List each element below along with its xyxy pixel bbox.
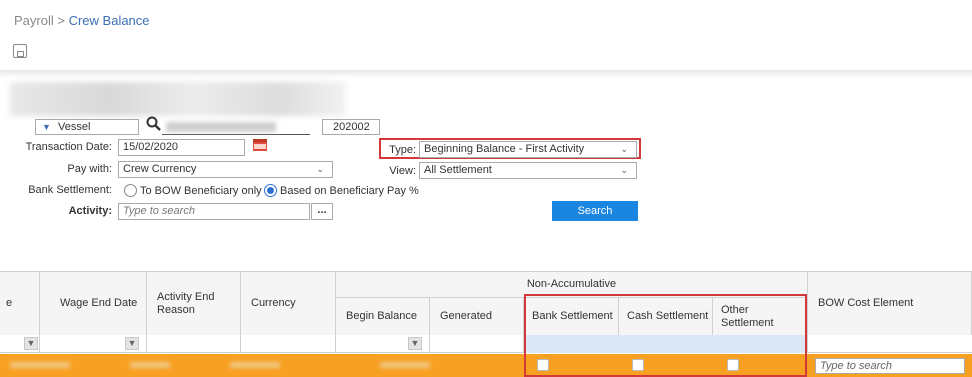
- filter-cell: [241, 335, 336, 353]
- section-divider: [0, 70, 972, 78]
- radio-to-bow-beneficiary[interactable]: [124, 184, 137, 197]
- filter-cell: ▼: [336, 335, 430, 353]
- bank-settlement-label: Bank Settlement:: [28, 184, 112, 196]
- view-value: All Settlement: [424, 164, 492, 176]
- grid-header: e Wage End Date Activity End Reason Curr…: [0, 271, 972, 336]
- breadcrumb-separator: >: [57, 13, 65, 28]
- transaction-date-label: Transaction Date:: [25, 141, 112, 153]
- filter-cell: ▼: [0, 335, 40, 353]
- save-icon[interactable]: [13, 44, 27, 58]
- search-icon[interactable]: [146, 116, 162, 137]
- pay-with-label: Pay with:: [67, 163, 112, 175]
- vessel-select[interactable]: ▼ Vessel: [35, 119, 139, 135]
- type-value: Beginning Balance - First Activity: [424, 143, 585, 155]
- settlement-annotation-box: [524, 294, 807, 377]
- vessel-select-label: Vessel: [57, 121, 91, 133]
- vessel-name-input[interactable]: [162, 119, 310, 135]
- redacted-vessel-name: [166, 122, 276, 132]
- chevron-down-icon: ⌄: [620, 144, 628, 154]
- chevron-down-icon: ⌄: [316, 164, 324, 174]
- column-header-activity-end-reason[interactable]: Activity End Reason: [147, 272, 241, 336]
- column-header-wage-end-date[interactable]: Wage End Date: [40, 272, 147, 336]
- grid-filter-row: ▼ ▼ ▼: [0, 335, 972, 353]
- vessel-code-field[interactable]: 202002: [322, 119, 380, 135]
- bow-cost-element-input[interactable]: Type to search: [815, 358, 965, 374]
- transaction-date-input[interactable]: 15/02/2020: [118, 139, 245, 156]
- breadcrumb-current: Crew Balance: [68, 13, 150, 28]
- filter-cell: [147, 335, 241, 353]
- filter-cell: [430, 335, 524, 353]
- radio-based-on-pay-percent[interactable]: [264, 184, 277, 197]
- activity-label: Activity:: [68, 205, 112, 217]
- breadcrumb-parent[interactable]: Payroll: [14, 13, 54, 28]
- search-button[interactable]: Search: [552, 201, 638, 221]
- view-label: View:: [389, 165, 416, 177]
- filter-icon[interactable]: ▼: [24, 337, 38, 350]
- activity-input[interactable]: Type to search: [118, 203, 310, 220]
- pay-with-value: Crew Currency: [123, 163, 197, 175]
- activity-browse-button[interactable]: ...: [311, 203, 333, 220]
- view-select[interactable]: All Settlement ⌄: [419, 162, 637, 179]
- redacted-cell: [10, 362, 70, 368]
- radio-based-on-pay-percent-label[interactable]: Based on Beneficiary Pay %: [280, 185, 419, 197]
- column-header-currency[interactable]: Currency: [241, 272, 336, 336]
- column-header-generated[interactable]: Generated: [430, 298, 524, 336]
- type-label: Type:: [389, 144, 416, 156]
- column-header-partial[interactable]: e: [0, 272, 40, 336]
- column-header-bow-cost-element[interactable]: BOW Cost Element: [808, 272, 972, 336]
- table-row[interactable]: Type to search: [0, 354, 972, 377]
- filter-icon[interactable]: ▼: [408, 337, 422, 350]
- calendar-icon[interactable]: [253, 139, 267, 151]
- redacted-cell: [130, 362, 170, 368]
- chevron-down-icon: ⌄: [620, 165, 628, 175]
- balance-grid: e Wage End Date Activity End Reason Curr…: [0, 271, 972, 377]
- filter-icon[interactable]: ▼: [125, 337, 139, 350]
- filter-cell: ▼: [40, 335, 147, 353]
- column-header-begin-balance[interactable]: Begin Balance: [336, 298, 430, 336]
- redacted-title: [10, 82, 346, 116]
- type-select[interactable]: Beginning Balance - First Activity ⌄: [419, 141, 637, 158]
- radio-to-bow-beneficiary-label[interactable]: To BOW Beneficiary only: [140, 185, 262, 197]
- redacted-cell: [230, 362, 280, 368]
- redacted-cell: [380, 362, 430, 368]
- dropdown-triangle-icon: ▼: [42, 122, 51, 132]
- pay-with-select[interactable]: Crew Currency ⌄: [118, 161, 333, 178]
- breadcrumb: Payroll > Crew Balance: [14, 13, 150, 28]
